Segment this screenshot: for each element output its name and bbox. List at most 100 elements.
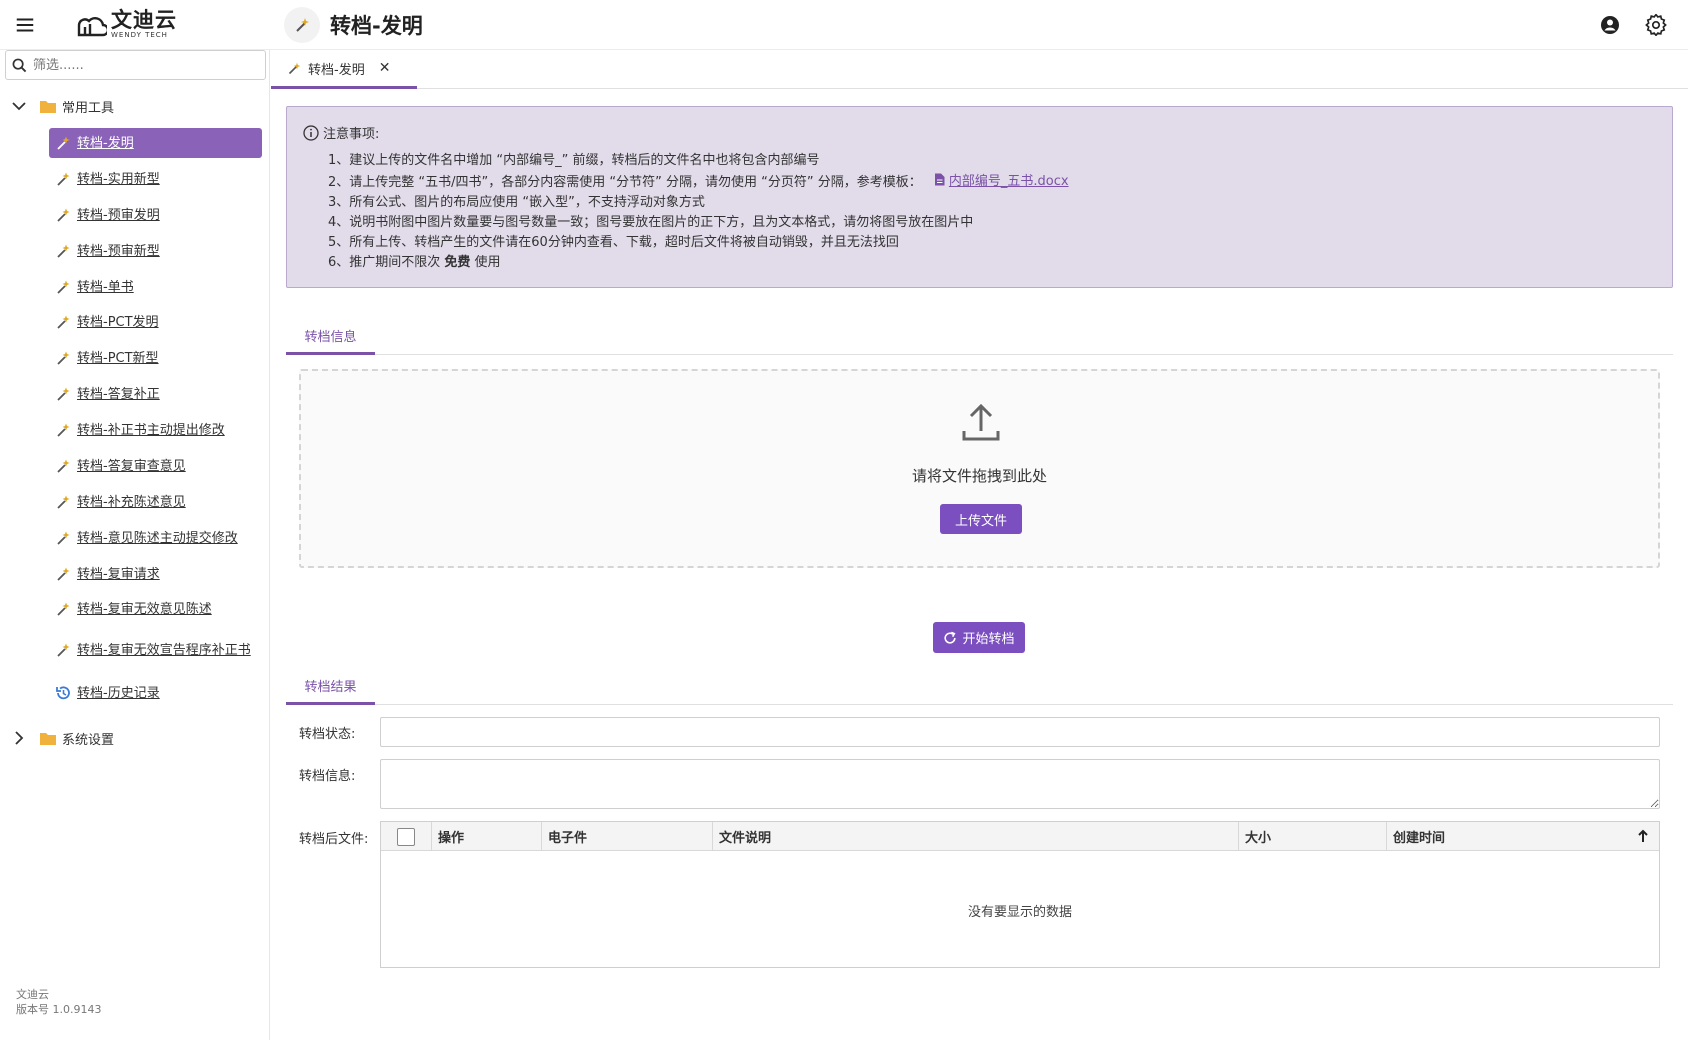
chevron-down-icon xyxy=(12,102,26,111)
tab-conversion-info[interactable]: 转档信息 xyxy=(286,319,375,355)
tree-group-system-settings[interactable]: 系统设置 xyxy=(0,723,270,753)
upload-file-button[interactable]: 上传文件 xyxy=(940,504,1022,534)
sidebar-item[interactable]: 转档-意见陈述主动提交修改 xyxy=(49,523,262,553)
sort-ascending-icon[interactable] xyxy=(1635,828,1651,844)
magic-wand-icon xyxy=(57,495,70,509)
menu-toggle-button[interactable] xyxy=(0,0,50,50)
sidebar-item[interactable]: 转档-复审无效意见陈述 xyxy=(49,594,262,624)
magic-wand-icon xyxy=(296,17,309,32)
column-header-created[interactable]: 创建时间 xyxy=(1387,822,1659,851)
info-textarea[interactable] xyxy=(380,759,1660,809)
start-conversion-button[interactable]: 开始转档 xyxy=(933,622,1025,653)
column-header-actions[interactable]: 操作 xyxy=(432,822,542,851)
sidebar-item[interactable]: 转档-单书 xyxy=(49,272,262,302)
document-icon xyxy=(934,173,945,186)
template-download-link[interactable]: 内部编号_五书.docx xyxy=(934,170,1069,189)
magic-wand-icon xyxy=(57,315,70,329)
sidebar-item-label: 转档-意见陈述主动提交修改 xyxy=(77,530,238,546)
tab-invention[interactable]: 转档-发明 ✕ xyxy=(271,50,417,89)
column-header-description[interactable]: 文件说明 xyxy=(713,822,1239,851)
sidebar-item-label: 转档-复审请求 xyxy=(77,566,160,582)
refresh-icon xyxy=(944,631,957,644)
empty-grid-message: 没有要显示的数据 xyxy=(967,905,1072,920)
sidebar-item-label: 转档-发明 xyxy=(77,135,134,151)
column-header-size[interactable]: 大小 xyxy=(1239,822,1387,851)
magic-wand-icon xyxy=(57,280,70,294)
tree-group-common-tools[interactable]: 常用工具 xyxy=(0,91,270,121)
chevron-right-icon xyxy=(15,731,24,745)
notice-line-2: 2、请上传完整 “五书/四书”，各部分内容需使用 “分节符” 分隔，请勿使用 “… xyxy=(328,170,1069,190)
template-link-text: 内部编号_五书.docx xyxy=(948,174,1069,189)
sidebar-item-label: 转档-复审无效意见陈述 xyxy=(77,601,212,617)
folder-icon xyxy=(40,733,56,745)
status-field[interactable] xyxy=(380,717,1660,747)
search-icon xyxy=(12,58,27,72)
sidebar-item[interactable]: 转档-补充陈述意见 xyxy=(49,487,262,517)
result-section-header: 转档结果 xyxy=(286,669,1673,705)
notice-line-5: 5、所有上传、转档产生的文件请在60分钟内查看、下载，超时后文件将被自动销毁，并… xyxy=(328,235,899,250)
sidebar-item[interactable]: 转档-历史记录 xyxy=(49,678,262,708)
settings-button[interactable] xyxy=(1642,11,1670,39)
sidebar-item-label: 转档-实用新型 xyxy=(77,171,160,187)
files-label: 转档后文件: xyxy=(299,832,369,847)
account-button[interactable] xyxy=(1596,11,1624,39)
sidebar-item[interactable]: 转档-答复审查意见 xyxy=(49,451,262,481)
version-info: 文迪云 版本号 1.0.9143 xyxy=(16,987,101,1017)
info-label: 转档信息: xyxy=(299,769,356,784)
file-drop-zone[interactable]: 请将文件拖拽到此处 上传文件 xyxy=(299,369,1660,568)
grid-header-select xyxy=(381,822,432,851)
logo-english-text: WENDY TECH xyxy=(111,31,168,39)
info-icon xyxy=(303,124,319,141)
notice-panel: 注意事项: 1、建议上传的文件名中增加 “内部编号_” 前缀，转档后的文件名中也… xyxy=(286,106,1673,288)
top-bar: 文迪云 WENDY TECH 转档-发明 xyxy=(0,0,1688,50)
sidebar-item[interactable]: 转档-实用新型 xyxy=(49,164,262,194)
select-all-checkbox[interactable] xyxy=(397,827,415,846)
sidebar-item[interactable]: 转档-复审无效宣告程序补正书 xyxy=(49,630,262,670)
account-circle-icon xyxy=(1601,16,1619,34)
magic-wand-icon xyxy=(57,602,70,616)
logo-chinese-text: 文迪云 xyxy=(111,8,177,32)
sidebar-item-label: 转档-答复补正 xyxy=(77,386,160,402)
column-header-file[interactable]: 电子件 xyxy=(542,822,713,851)
notice-line-4: 4、说明书附图中图片数量要与图号数量一致；图号要放在图片的正下方，且为文本格式，… xyxy=(328,215,974,230)
sidebar-item-label: 转档-单书 xyxy=(77,279,134,295)
sidebar-item[interactable]: 转档-补正书主动提出修改 xyxy=(49,415,262,445)
page-title-icon-wrap xyxy=(284,6,320,43)
sidebar-item[interactable]: 转档-答复补正 xyxy=(49,379,262,409)
sidebar-item[interactable]: 转档-发明 xyxy=(49,128,262,158)
status-label: 转档状态: xyxy=(299,727,356,742)
notice-line-6-post: 使用 xyxy=(470,255,501,270)
sidebar-item[interactable]: 转档-PCT发明 xyxy=(49,307,262,337)
sidebar: 常用工具 转档-发明转档-实用新型转档-预审发明转档-预审新型转档-单书转档-P… xyxy=(0,50,270,1040)
magic-wand-icon xyxy=(57,208,70,222)
notice-line-6-bold: 免费 xyxy=(444,255,471,270)
notice-title: 注意事项: xyxy=(303,123,379,142)
magic-wand-icon xyxy=(57,643,70,657)
sidebar-item-label: 转档-补正书主动提出修改 xyxy=(77,422,225,438)
sidebar-item-label: 转档-预审新型 xyxy=(77,243,160,259)
sidebar-item[interactable]: 转档-预审发明 xyxy=(49,200,262,230)
magic-wand-icon xyxy=(57,567,70,581)
magic-wand-icon xyxy=(57,244,70,258)
column-header-created-label: 创建时间 xyxy=(1393,831,1446,846)
notice-line-6: 6、推广期间不限次 免费 使用 xyxy=(328,251,501,270)
sidebar-item[interactable]: 转档-复审请求 xyxy=(49,559,262,589)
app-logo[interactable]: 文迪云 WENDY TECH xyxy=(50,0,270,50)
sidebar-item[interactable]: 转档-预审新型 xyxy=(49,236,262,266)
hamburger-icon xyxy=(16,17,34,32)
sidebar-item-label: 转档-PCT发明 xyxy=(77,314,159,330)
tab-conversion-result[interactable]: 转档结果 xyxy=(286,669,375,705)
notice-line-3: 3、所有公式、图片的布局应使用 “嵌入型”，不支持浮动对象方式 xyxy=(328,195,705,210)
tab-strip: 转档-发明 ✕ xyxy=(271,50,1688,89)
sidebar-item-label: 转档-预审发明 xyxy=(77,207,160,223)
start-conversion-label: 开始转档 xyxy=(962,632,1015,647)
sidebar-item-label: 转档-复审无效宣告程序补正书 xyxy=(77,642,251,658)
sidebar-item[interactable]: 转档-PCT新型 xyxy=(49,343,262,373)
tab-close-button[interactable]: ✕ xyxy=(379,60,391,76)
info-section-header: 转档信息 xyxy=(286,319,1673,355)
sidebar-item-label: 转档-PCT新型 xyxy=(77,350,159,366)
sidebar-filter[interactable] xyxy=(5,50,266,80)
cloud-logo-icon xyxy=(77,16,107,36)
magic-wand-icon xyxy=(57,423,70,437)
filter-input[interactable] xyxy=(33,57,253,73)
